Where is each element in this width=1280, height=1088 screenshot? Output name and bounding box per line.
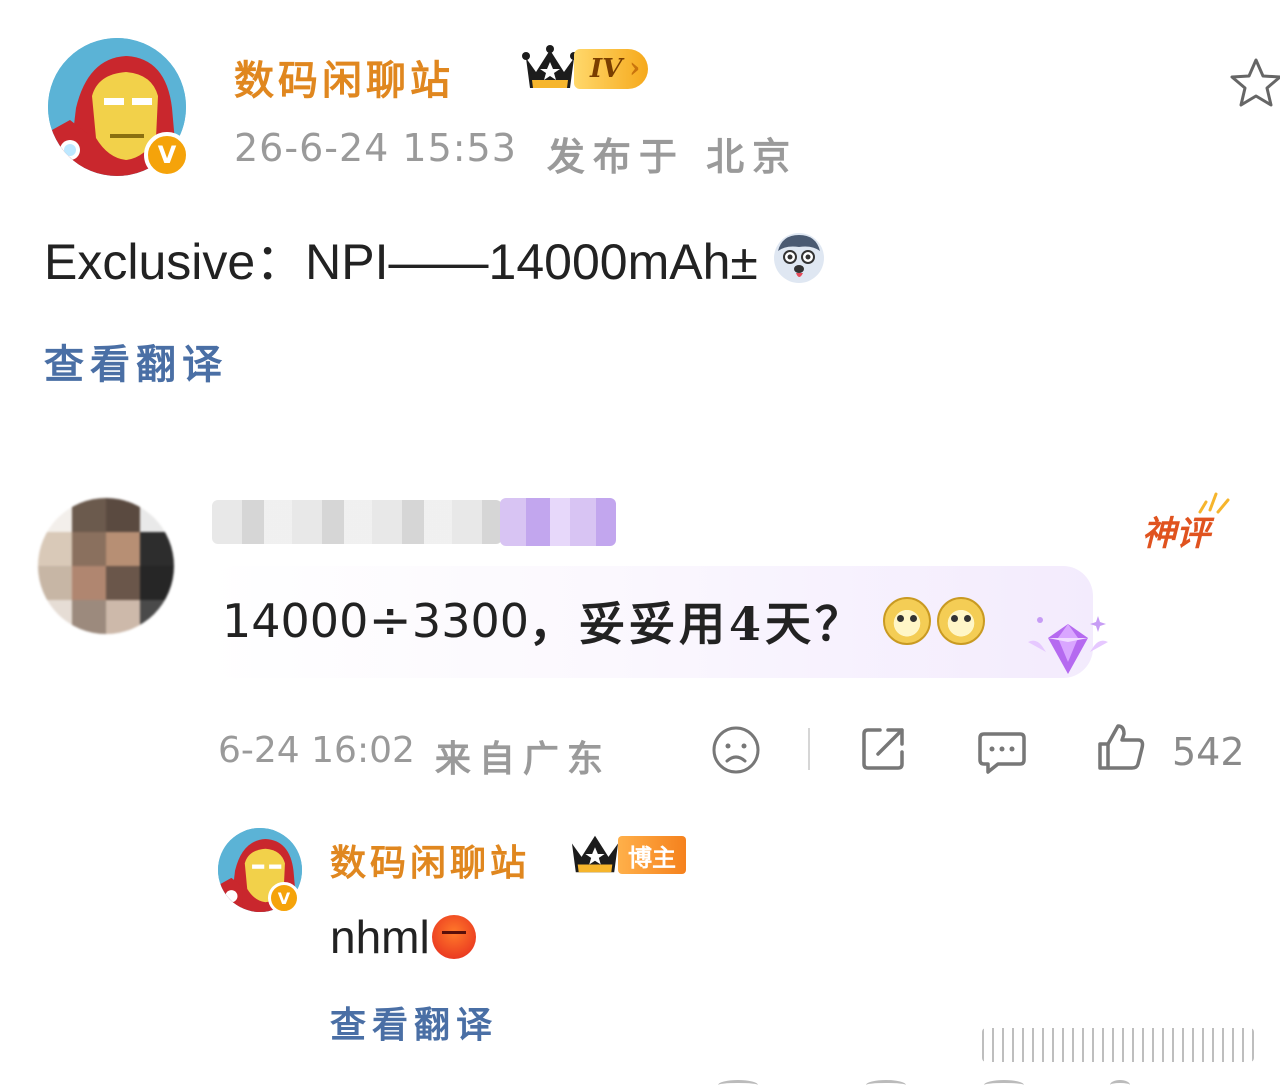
post-meta: 26-6-24 15:53 发布于 北京 xyxy=(234,126,798,181)
verified-v-icon: V xyxy=(268,882,300,914)
verified-v-icon: V xyxy=(144,132,190,178)
comment-number-1: 14000 xyxy=(222,594,369,648)
reply-body-text: nhml xyxy=(330,911,430,963)
dislike-icon[interactable] xyxy=(710,724,762,776)
vip-level-badge[interactable]: IV xyxy=(522,44,649,94)
crown-icon xyxy=(571,835,619,873)
comment-meta: 6-24 16:02 来自广东 xyxy=(218,730,611,782)
sparkle-rays-icon xyxy=(1198,492,1230,514)
crown-icon xyxy=(522,45,578,88)
post-body: Exclusive：NPI——14000mAh± xyxy=(44,222,826,294)
doge-emoji-icon xyxy=(937,597,986,645)
blogger-tag-label: 博主 xyxy=(628,843,676,872)
commenter-avatar-blurred[interactable] xyxy=(38,498,174,634)
reply-translate-link[interactable]: 查看翻译 xyxy=(330,996,498,1048)
comment-body: 14000 ÷ 3300 ，妥妥用4天？ xyxy=(222,588,986,654)
husky-emoji-icon xyxy=(773,233,824,283)
action-divider xyxy=(808,728,810,770)
reply-icon[interactable] xyxy=(976,724,1028,776)
diamond-gem-icon xyxy=(1028,616,1108,674)
divide-sign: ÷ xyxy=(368,591,412,651)
comment-number-2: 3300 xyxy=(411,594,529,648)
scroll-indicator[interactable] xyxy=(982,1028,1254,1062)
commenter-badge-blurred xyxy=(500,498,616,546)
share-icon[interactable] xyxy=(858,722,910,774)
doge-emoji-icon xyxy=(883,597,932,645)
comment-location: 来自广东 xyxy=(434,738,611,780)
angry-emoji-icon xyxy=(431,915,476,959)
blogger-tag: 博主 xyxy=(618,836,686,874)
comment-time: 6-24 16:02 xyxy=(218,730,415,771)
post-location: 发布于 北京 xyxy=(546,134,799,179)
commenter-name-blurred[interactable] xyxy=(212,500,502,544)
reply-body: nhml xyxy=(330,910,476,964)
post-body-text: Exclusive：NPI——14000mAh± xyxy=(44,234,758,290)
like-icon[interactable] xyxy=(1096,720,1148,772)
pixelated-avatar-image xyxy=(38,498,174,634)
post-author-name[interactable]: 数码闲聊站 xyxy=(234,48,454,106)
post-translate-link[interactable]: 查看翻译 xyxy=(44,332,228,390)
post-time: 26-6-24 15:53 xyxy=(234,126,517,170)
cut-off-action-row xyxy=(0,1074,1280,1088)
vip-level-label: IV xyxy=(574,49,649,89)
comment-body-text: ，妥妥用4天？ xyxy=(529,597,866,651)
like-count: 542 xyxy=(1172,730,1245,774)
star-icon[interactable] xyxy=(1226,54,1280,114)
reply-author-name[interactable]: 数码闲聊站 xyxy=(330,834,530,886)
